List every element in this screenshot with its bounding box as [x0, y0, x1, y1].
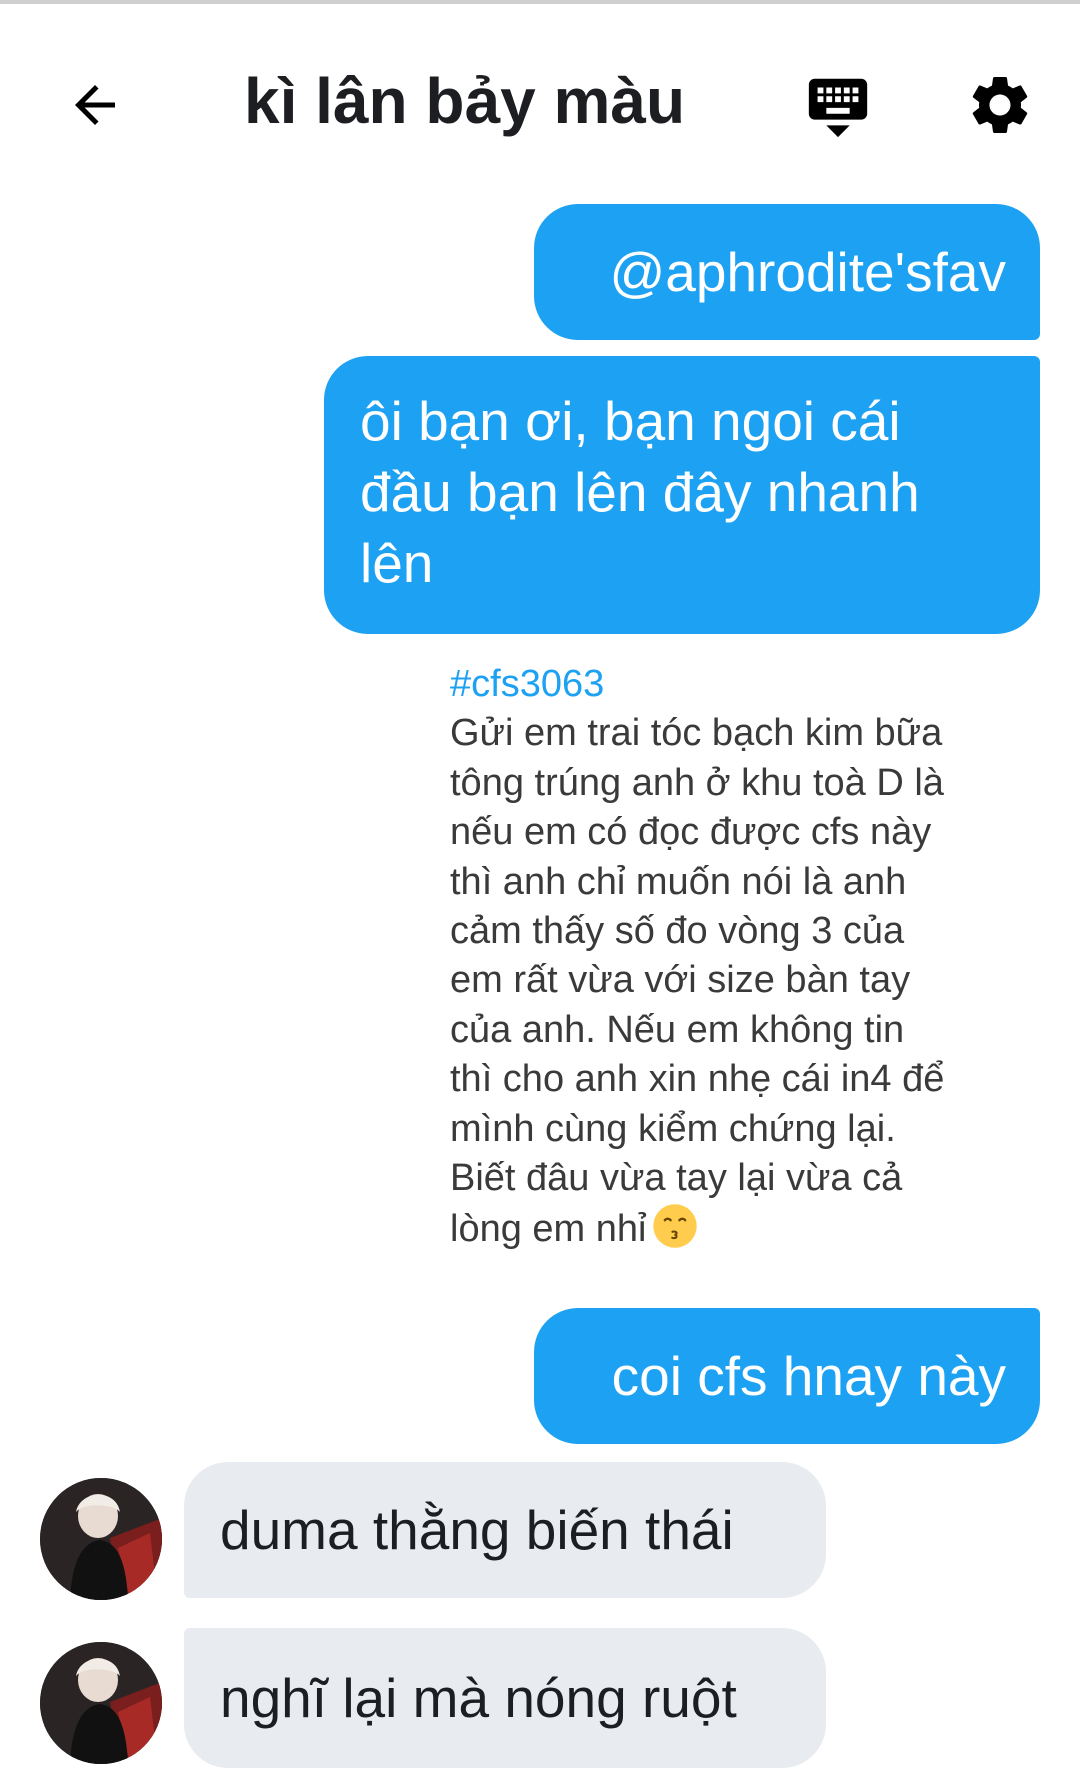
received-message[interactable]: duma thằng biến thái [184, 1462, 826, 1598]
kissing-face-emoji-icon [653, 1204, 698, 1249]
sent-message[interactable]: ôi bạn ơi, bạn ngoi cái đầu bạn lên đây … [324, 356, 1040, 634]
keyboard-hide-icon [808, 78, 868, 138]
avatar[interactable] [40, 1478, 162, 1600]
shared-post-body: Gửi em trai tóc bạch kim bữa tông trúng … [450, 709, 1010, 1254]
gear-icon [972, 76, 1028, 133]
arrow-left-icon [75, 85, 115, 125]
avatar[interactable] [40, 1642, 162, 1764]
received-message[interactable]: nghĩ lại mà nóng ruột [184, 1628, 826, 1768]
chat-header: kì lân bảy màu [0, 4, 1080, 194]
shared-post-text: Gửi em trai tóc bạch kim bữa tông trúng … [450, 712, 945, 1251]
settings-button[interactable] [955, 60, 1045, 150]
sent-message[interactable]: coi cfs hnay này [534, 1308, 1040, 1444]
avatar-photo [40, 1478, 162, 1600]
hashtag-link[interactable]: #cfs3063 [450, 660, 1010, 709]
shared-post[interactable]: #cfs3063 Gửi em trai tóc bạch kim bữa tô… [450, 660, 1010, 1255]
conversation-title: kì lân bảy màu [244, 65, 686, 137]
avatar-photo [40, 1642, 162, 1764]
sent-message[interactable]: @aphrodite'sfav [534, 204, 1040, 340]
keyboard-toggle-button[interactable] [795, 60, 881, 150]
back-button[interactable] [50, 60, 140, 150]
